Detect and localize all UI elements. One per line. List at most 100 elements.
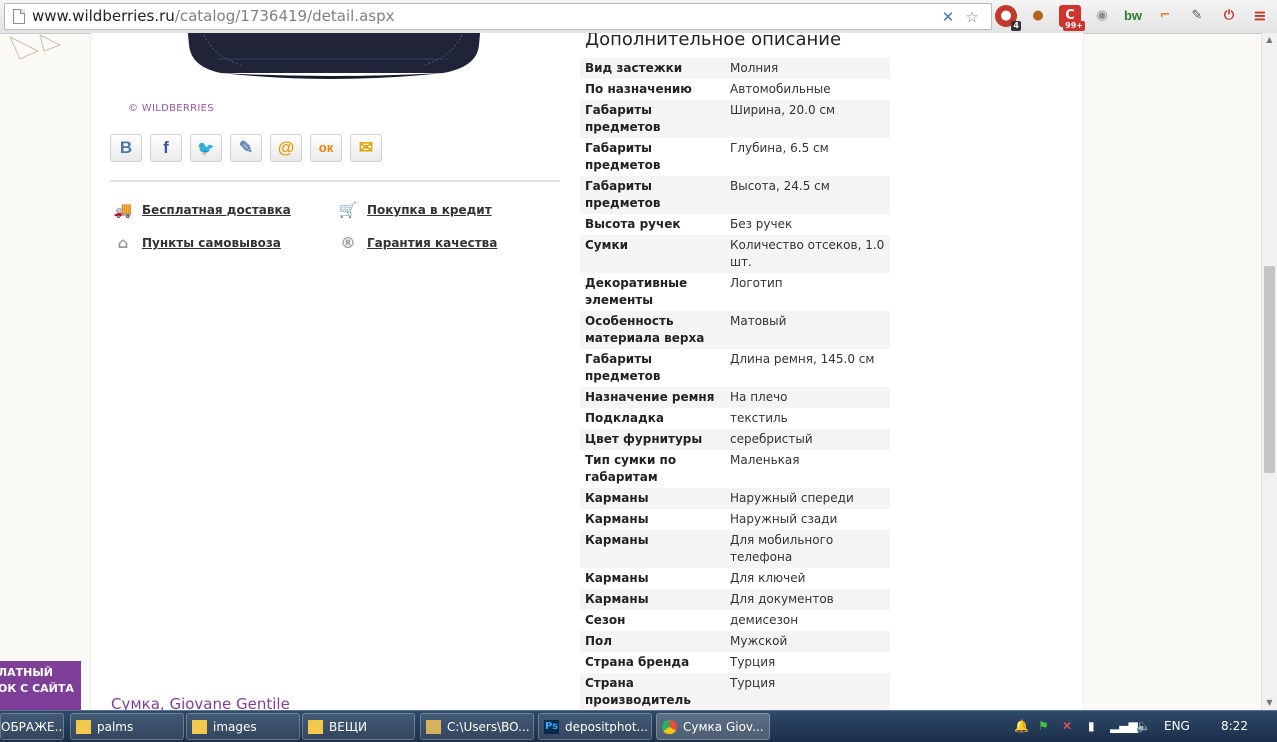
spec-key: Подкладка — [585, 411, 664, 425]
service-pickup[interactable]: ⌂ Пункты самовывоза — [110, 233, 281, 253]
quality-badge-icon: ® — [340, 234, 356, 252]
scroll-up-icon[interactable]: ▲ — [1262, 33, 1277, 47]
spec-row: Вид застежки Молния — [580, 58, 890, 79]
translate-icon[interactable]: ✕ — [939, 8, 957, 26]
twitter-share-button[interactable]: 🐦 — [190, 134, 222, 162]
spec-row: Карманы Для мобильного телефона — [580, 530, 890, 568]
flag-icon[interactable]: ⚑ — [1038, 711, 1049, 742]
taskbar-item-veshchi[interactable]: ВЕЩИ — [302, 713, 415, 740]
bw-icon[interactable]: bw — [1122, 5, 1144, 27]
spec-title: Дополнительное описание — [585, 33, 842, 50]
service-credit[interactable]: 🛒 Покупка в кредит — [335, 200, 492, 220]
spec-table: Вид застежки Молния По назначению Автомобил… — [580, 58, 890, 710]
product-image[interactable] — [181, 33, 486, 85]
free-delivery-link[interactable]: Бесплатная доставка — [142, 203, 291, 217]
spec-row: Габариты предметов Длина ремня, 145.0 см — [580, 349, 890, 387]
spec-key: Назначение ремня — [580, 387, 725, 408]
spec-row: Подкладка текстиль — [580, 408, 890, 429]
scroll-down-icon[interactable]: ▼ — [1262, 696, 1277, 710]
spec-key: Карманы — [580, 488, 725, 509]
globe-icon[interactable]: ◉ — [1091, 5, 1113, 27]
spec-value: Для документов — [725, 589, 890, 610]
counter-icon[interactable]: C 99+ — [1059, 5, 1085, 31]
menu-icon[interactable]: ≡ — [1249, 5, 1271, 27]
facebook-share-button[interactable]: f — [150, 134, 182, 162]
scrollbar-thumb[interactable] — [1264, 266, 1275, 473]
spec-row: Особенность материала верха Матовый — [580, 311, 890, 349]
promo-banner[interactable]: ЛАТНЫЙ ОК С САЙТА — [0, 661, 81, 710]
spec-value: Для ключей — [730, 571, 806, 585]
livejournal-share-button[interactable]: ✎ — [230, 134, 262, 162]
spec-key: Вид застежки — [580, 58, 725, 79]
taskbar-item-explorer[interactable]: C:\Users\BO... — [420, 713, 534, 740]
volume-icon[interactable]: 🔈 — [1136, 711, 1151, 742]
mailru-share-button[interactable]: @ — [270, 134, 302, 162]
signal-icon[interactable]: ▂▄▆ — [1110, 711, 1138, 742]
url-text[interactable]: www.wildberries.ru/catalog/1736419/detai… — [32, 7, 394, 25]
pickup-link[interactable]: Пункты самовывоза — [142, 236, 281, 250]
spec-value: Автомобильные — [730, 82, 831, 96]
spec-value: Ширина, 20.0 см — [725, 100, 890, 138]
page-icon — [13, 9, 25, 24]
promo-line-1: ЛАТНЫЙ — [0, 666, 53, 679]
spec-value: Высота, 24.5 см — [725, 176, 890, 214]
notification-bell-icon[interactable]: 🔔 — [1014, 711, 1029, 742]
divider — [110, 180, 560, 182]
spec-value: Наружный сзади — [730, 512, 838, 526]
spec-value: Турция — [725, 673, 890, 710]
eyedropper-icon[interactable]: ✎ — [1186, 5, 1208, 27]
explorer-icon — [426, 720, 441, 734]
credit-link[interactable]: Покупка в кредит — [367, 203, 492, 217]
vertical-scrollbar[interactable]: ▲ ▼ — [1261, 33, 1277, 710]
spec-row: Сумки Количество отсеков, 1.0 шт. — [580, 235, 890, 273]
spec-value: Для мобильного телефона — [725, 530, 890, 568]
odnoklassniki-share-button[interactable]: ок — [310, 134, 342, 162]
address-bar[interactable]: www.wildberries.ru/catalog/1736419/detai… — [4, 3, 992, 30]
spec-row: Страна производитель Турция — [580, 673, 890, 710]
taskbar-item-photoshop[interactable]: Ps depositphot... — [538, 713, 652, 740]
truck-icon: 🚚 — [113, 201, 133, 219]
spec-key: Декоративные элементы — [585, 276, 688, 307]
taskbar-item-images[interactable]: images — [186, 713, 300, 740]
spec-key: Цвет фурнитуры — [580, 429, 725, 450]
spec-row: Назначение ремня На плечо — [580, 387, 890, 408]
spec-key: Пол — [580, 631, 725, 652]
spec-value: Логотип — [730, 276, 783, 290]
taskbar-item-chrome[interactable]: Сумка Giov... — [656, 713, 770, 740]
spec-row: Декоративные элементы Логотип — [580, 273, 890, 311]
vk-share-button[interactable]: B — [110, 134, 142, 162]
taskbar-item-images-ru[interactable]: ОБРАЖЕ... — [0, 713, 64, 740]
spec-row: Страна бренда Турция — [580, 652, 890, 673]
folder-icon — [308, 720, 323, 734]
spec-row: Габариты предметов Высота, 24.5 см — [580, 176, 890, 214]
page-viewport: © WILDBERRIES B f 🐦 ✎ @ ок ✉ 🚚 Бесплатна… — [0, 33, 1262, 710]
power-icon[interactable]: ⏻ — [1218, 5, 1240, 27]
spec-key: Особенность материала верха — [580, 311, 725, 349]
decorative-leaf-icon — [8, 34, 62, 60]
spec-value: Количество отсеков, 1.0 шт. — [725, 235, 890, 273]
cart-icon: 🛒 — [338, 201, 358, 219]
spec-value: серебристый — [725, 429, 890, 450]
language-indicator[interactable]: ENG — [1164, 711, 1190, 742]
promo-line-2: ОК С САЙТА — [0, 682, 74, 695]
spec-row: Карманы Наружный сзади — [580, 509, 890, 530]
battery-icon[interactable]: ▮ — [1088, 711, 1095, 742]
clock[interactable]: 8:22 — [1221, 711, 1248, 742]
service-guarantee[interactable]: ® Гарантия качества — [335, 233, 498, 253]
folder-icon — [192, 720, 207, 734]
network-error-icon[interactable]: ✕ — [1062, 711, 1072, 742]
ruler-icon[interactable]: ⌐ — [1154, 5, 1176, 27]
taskbar: ОБРАЖЕ... palms images ВЕЩИ C:\Users\BO.… — [0, 710, 1277, 742]
cookie-icon[interactable]: ● — [1027, 5, 1049, 27]
spec-value: Мужской — [725, 631, 890, 652]
next-product-title[interactable]: Сумка, Giovane Gentile — [111, 695, 290, 710]
email-share-button[interactable]: ✉ — [350, 134, 382, 162]
service-free-delivery[interactable]: 🚚 Бесплатная доставка — [110, 200, 291, 220]
adblock-icon[interactable]: ● 4 — [995, 5, 1021, 31]
house-icon: ⌂ — [117, 234, 129, 252]
taskbar-item-palms[interactable]: palms — [70, 713, 184, 740]
guarantee-link[interactable]: Гарантия качества — [367, 236, 497, 250]
spec-value: Турция — [730, 655, 776, 669]
bookmark-star-icon[interactable]: ☆ — [963, 8, 981, 26]
folder-icon — [76, 720, 91, 734]
